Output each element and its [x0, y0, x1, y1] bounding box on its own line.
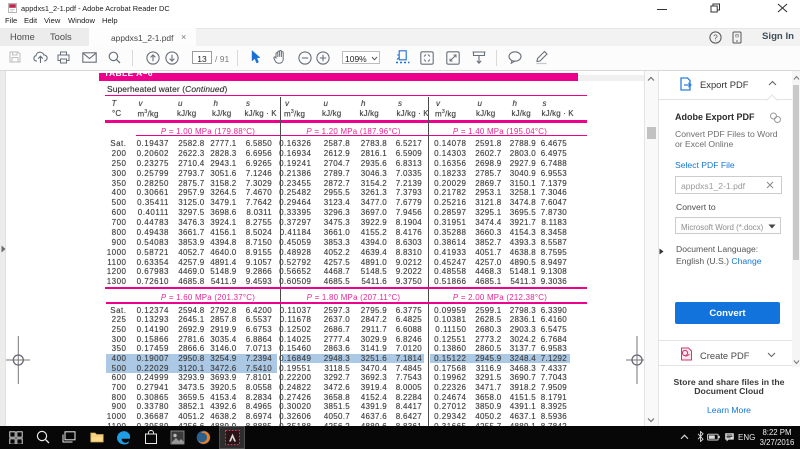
svg-text:?: ?	[713, 33, 718, 42]
